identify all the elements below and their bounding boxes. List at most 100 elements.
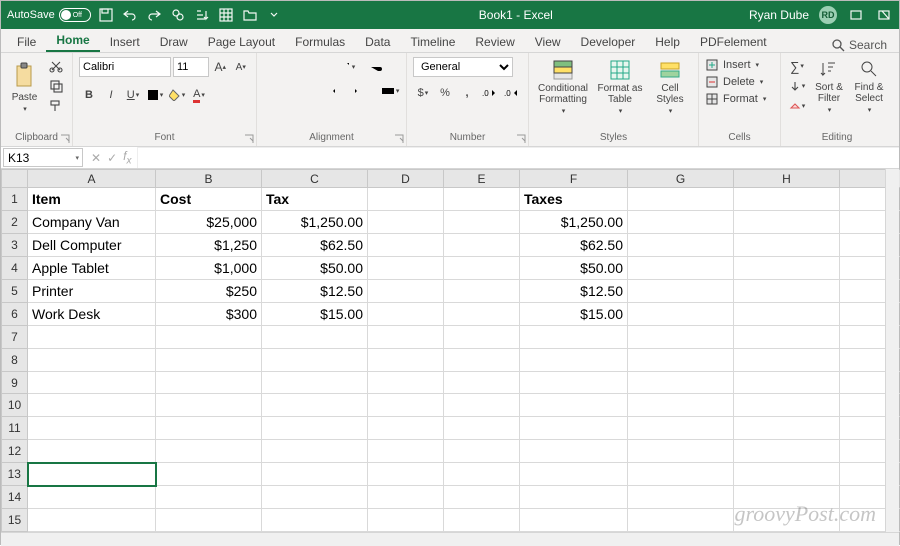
comma-icon[interactable]: , [457,83,477,103]
fx-icon[interactable]: fx [123,149,131,166]
align-right-icon[interactable] [307,81,327,101]
cell[interactable] [28,325,156,348]
row-header[interactable]: 11 [2,417,28,440]
cell[interactable] [156,325,262,348]
cell[interactable] [368,440,444,463]
cell[interactable] [734,188,840,211]
clipboard-launcher-icon[interactable] [60,134,70,144]
cell[interactable] [734,325,840,348]
cell[interactable] [734,257,840,280]
tab-review[interactable]: Review [465,31,524,52]
row-header[interactable]: 9 [2,371,28,394]
cell[interactable]: $1,250 [156,234,262,257]
orientation-icon[interactable]: ▾ [337,57,357,77]
bold-icon[interactable]: B [79,85,99,105]
row-header[interactable]: 15 [2,509,28,532]
number-format-select[interactable]: General [413,57,513,77]
cell[interactable] [368,486,444,509]
tab-home[interactable]: Home [46,29,99,52]
cell[interactable] [368,188,444,211]
qat-link-icon[interactable] [169,6,187,24]
tab-formulas[interactable]: Formulas [285,31,355,52]
cell[interactable]: $62.50 [262,234,368,257]
font-color-icon[interactable]: A▾ [189,85,209,105]
row-header[interactable]: 2 [2,211,28,234]
cell[interactable] [520,509,628,532]
cell[interactable] [444,394,520,417]
clear-icon[interactable]: ▾ [787,97,807,115]
tab-draw[interactable]: Draw [150,31,198,52]
cell[interactable] [628,486,734,509]
delete-cells-button[interactable]: Delete▾ [705,74,774,90]
cell[interactable] [628,188,734,211]
cell[interactable] [734,463,840,486]
cell[interactable] [262,486,368,509]
cell[interactable] [734,509,840,532]
cell[interactable] [28,463,156,486]
sort-filter-button[interactable]: Sort & Filter▾ [811,57,847,117]
cell[interactable] [368,371,444,394]
currency-icon[interactable]: $▾ [413,83,433,103]
cell[interactable] [444,279,520,302]
cell[interactable] [734,440,840,463]
qat-grid-icon[interactable] [217,6,235,24]
cell[interactable]: $15.00 [520,302,628,325]
cell[interactable] [156,371,262,394]
cell[interactable] [156,486,262,509]
cell[interactable] [156,394,262,417]
alignment-launcher-icon[interactable] [394,134,404,144]
cell[interactable] [734,394,840,417]
decrease-font-icon[interactable]: A▾ [232,57,251,77]
cell[interactable] [368,394,444,417]
cell[interactable] [520,348,628,371]
col-header[interactable]: C [262,170,368,188]
row-header[interactable]: 3 [2,234,28,257]
cell[interactable] [734,279,840,302]
tab-view[interactable]: View [525,31,571,52]
cell[interactable] [368,234,444,257]
conditional-formatting-button[interactable]: Conditional Formatting▾ [535,57,591,117]
cell[interactable] [628,394,734,417]
cell[interactable] [156,463,262,486]
cell[interactable] [628,302,734,325]
decrease-indent-icon[interactable] [329,81,349,101]
cell[interactable] [28,417,156,440]
copy-icon[interactable] [46,77,66,95]
cell[interactable]: $1,250.00 [520,211,628,234]
cell[interactable] [444,188,520,211]
cut-icon[interactable] [46,57,66,75]
col-header[interactable]: F [520,170,628,188]
qat-dropdown-icon[interactable] [265,6,283,24]
cell[interactable] [520,417,628,440]
row-header[interactable]: 10 [2,394,28,417]
border-icon[interactable]: ▾ [145,85,165,105]
col-header[interactable]: E [444,170,520,188]
format-cells-button[interactable]: Format▾ [705,91,774,107]
cell[interactable] [368,211,444,234]
cell[interactable] [628,325,734,348]
cell[interactable]: Work Desk [28,302,156,325]
cell[interactable]: Cost [156,188,262,211]
cell[interactable] [368,463,444,486]
row-header[interactable]: 8 [2,348,28,371]
italic-icon[interactable]: I [101,85,121,105]
align-top-icon[interactable] [263,57,283,77]
row-header[interactable]: 7 [2,325,28,348]
row-header[interactable]: 12 [2,440,28,463]
cell[interactable] [444,371,520,394]
fill-color-icon[interactable]: ▾ [167,85,187,105]
row-header[interactable]: 6 [2,302,28,325]
cell[interactable] [444,257,520,280]
cell[interactable] [520,394,628,417]
autosave-toggle[interactable]: AutoSave Off [7,8,91,22]
col-header[interactable]: H [734,170,840,188]
cell[interactable] [156,509,262,532]
cell-styles-button[interactable]: Cell Styles▾ [649,57,691,117]
col-header[interactable]: B [156,170,262,188]
find-select-button[interactable]: Find & Select▾ [851,57,887,117]
cell[interactable] [628,348,734,371]
help-icon[interactable] [875,6,893,24]
user-name[interactable]: Ryan Dube [749,8,809,22]
cell[interactable] [444,486,520,509]
increase-decimal-icon[interactable]: .0 [479,83,499,103]
